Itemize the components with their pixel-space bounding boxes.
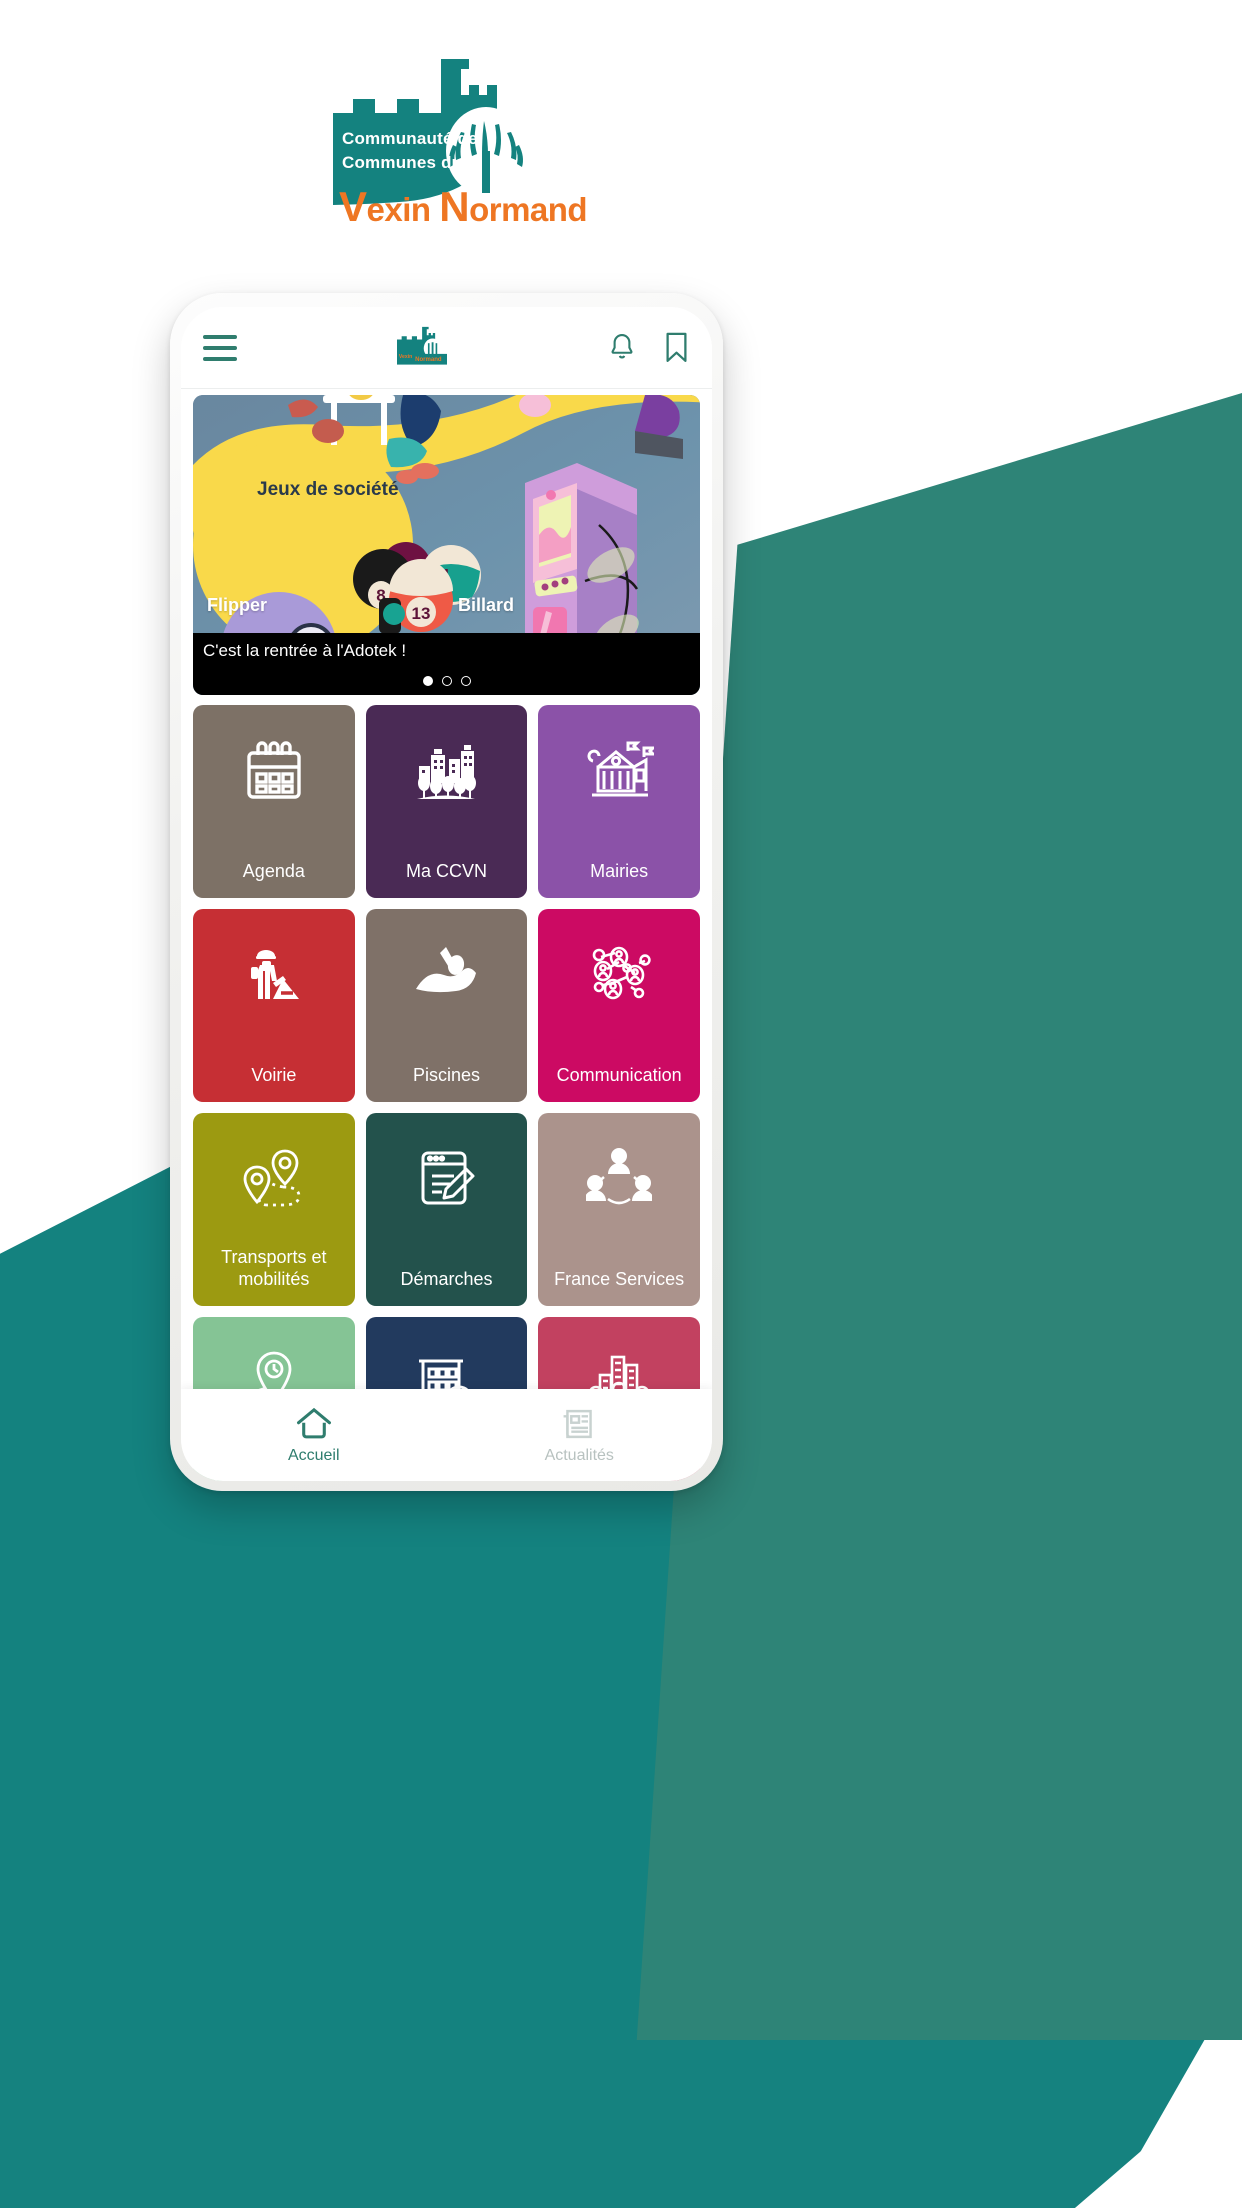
newspaper-icon [563,1409,593,1438]
carousel-dot-1[interactable] [422,676,433,686]
people-group-icon [538,1147,700,1207]
hamburger-menu-icon[interactable] [203,334,237,361]
background-shape-bottom [0,2040,1242,2208]
tile-label: Démarches [400,1269,493,1289]
brand-sub-rest-ormand: ormand [469,191,588,228]
tile-demarches[interactable]: Démarches [365,1113,528,1306]
app-top-bar: Vexin Normand [181,307,712,389]
hero-carousel[interactable]: 8 4 13 [193,395,700,695]
screenshot-stage: Communauté de Communes du Vexin Normand [0,0,1242,2208]
tile-communication[interactable]: Communication [538,909,700,1102]
service-tile-grid: Agenda Ma CCVN Mairies Voirie Piscines C… [181,695,712,1481]
tile-transports-mobilites[interactable]: Transports et mobilités [193,1113,355,1306]
tile-label: Mairies [590,861,649,881]
tile-voirie[interactable]: Voirie [193,909,355,1102]
tile-label: Communication [556,1065,682,1085]
svg-text:Normand: Normand [415,357,442,363]
svg-text:13: 13 [412,604,431,623]
phone-mockup-frame: Vexin Normand 8 13 Jeux de société Flipp… [170,293,723,1491]
tile-agenda[interactable]: Agenda [193,705,355,898]
brand-subtitle: Vexin Normand [339,183,588,231]
hero-label-flipper: Flipper [207,595,268,615]
ccvn-logo-icon: Vexin Normand [397,326,447,365]
brand-sub-cap-v: V [339,183,367,230]
tile-label: Voirie [251,1065,297,1085]
tile-ma-ccvn[interactable]: Ma CCVN [365,705,528,898]
nav-item-actualites[interactable]: Actualités [447,1389,713,1481]
tile-label: Ma CCVN [405,861,487,881]
swimmer-icon [366,943,528,999]
hero-label-jeux-de-societe: Jeux de société [257,479,399,500]
nav-label: Actualités [544,1446,614,1464]
brand-sub-rest-exin: exin [366,191,440,228]
topbar-actions [607,331,690,364]
brand-line-1: Communauté de [342,129,478,148]
phone-screen: Vexin Normand 8 13 Jeux de société Flipp… [181,307,712,1481]
svg-text:Vexin: Vexin [399,354,412,360]
form-edit-icon [366,1147,528,1209]
tile-label: Agenda [242,861,305,881]
network-nodes-icon [538,943,700,1005]
home-icon [296,1407,331,1438]
brand-line-2: Communes du [342,153,463,172]
tile-mairies[interactable]: Mairies [538,705,700,898]
carousel-dot-3[interactable] [460,676,471,686]
topbar-logo[interactable]: Vexin Normand [237,324,607,371]
bottom-navigation-bar: Accueil Actualités [181,1389,712,1481]
hero-caption-text: C'est la rentrée à l'Adotek ! [203,641,407,660]
carousel-dots [193,676,700,686]
tile-france-services[interactable]: France Services [538,1113,700,1306]
hero-label-billard: Billard [458,595,515,615]
town-hall-icon [538,739,700,801]
roadworks-icon [193,943,355,1005]
tile-label: Transports et mobilités [221,1247,327,1289]
brand-logo: Communauté de Communes du Vexin Normand [333,55,588,240]
tile-piscines[interactable]: Piscines [365,909,528,1102]
tile-label: France Services [554,1269,685,1289]
notification-bell-icon[interactable] [607,332,637,364]
background-shape-right [632,390,1242,2110]
tile-label: Piscines [412,1065,480,1085]
carousel-dot-2[interactable] [441,676,452,686]
hero-caption-bar: C'est la rentrée à l'Adotek ! [193,633,700,695]
map-pins-route-icon [193,1147,355,1209]
nav-label: Accueil [287,1446,340,1464]
brand-sub-cap-n: N [439,183,470,230]
brand-text-block: Communauté de Communes du [342,127,482,175]
bookmark-icon[interactable] [663,331,690,364]
calendar-icon [193,739,355,803]
city-trees-icon [366,739,528,803]
nav-item-accueil[interactable]: Accueil [181,1389,447,1481]
